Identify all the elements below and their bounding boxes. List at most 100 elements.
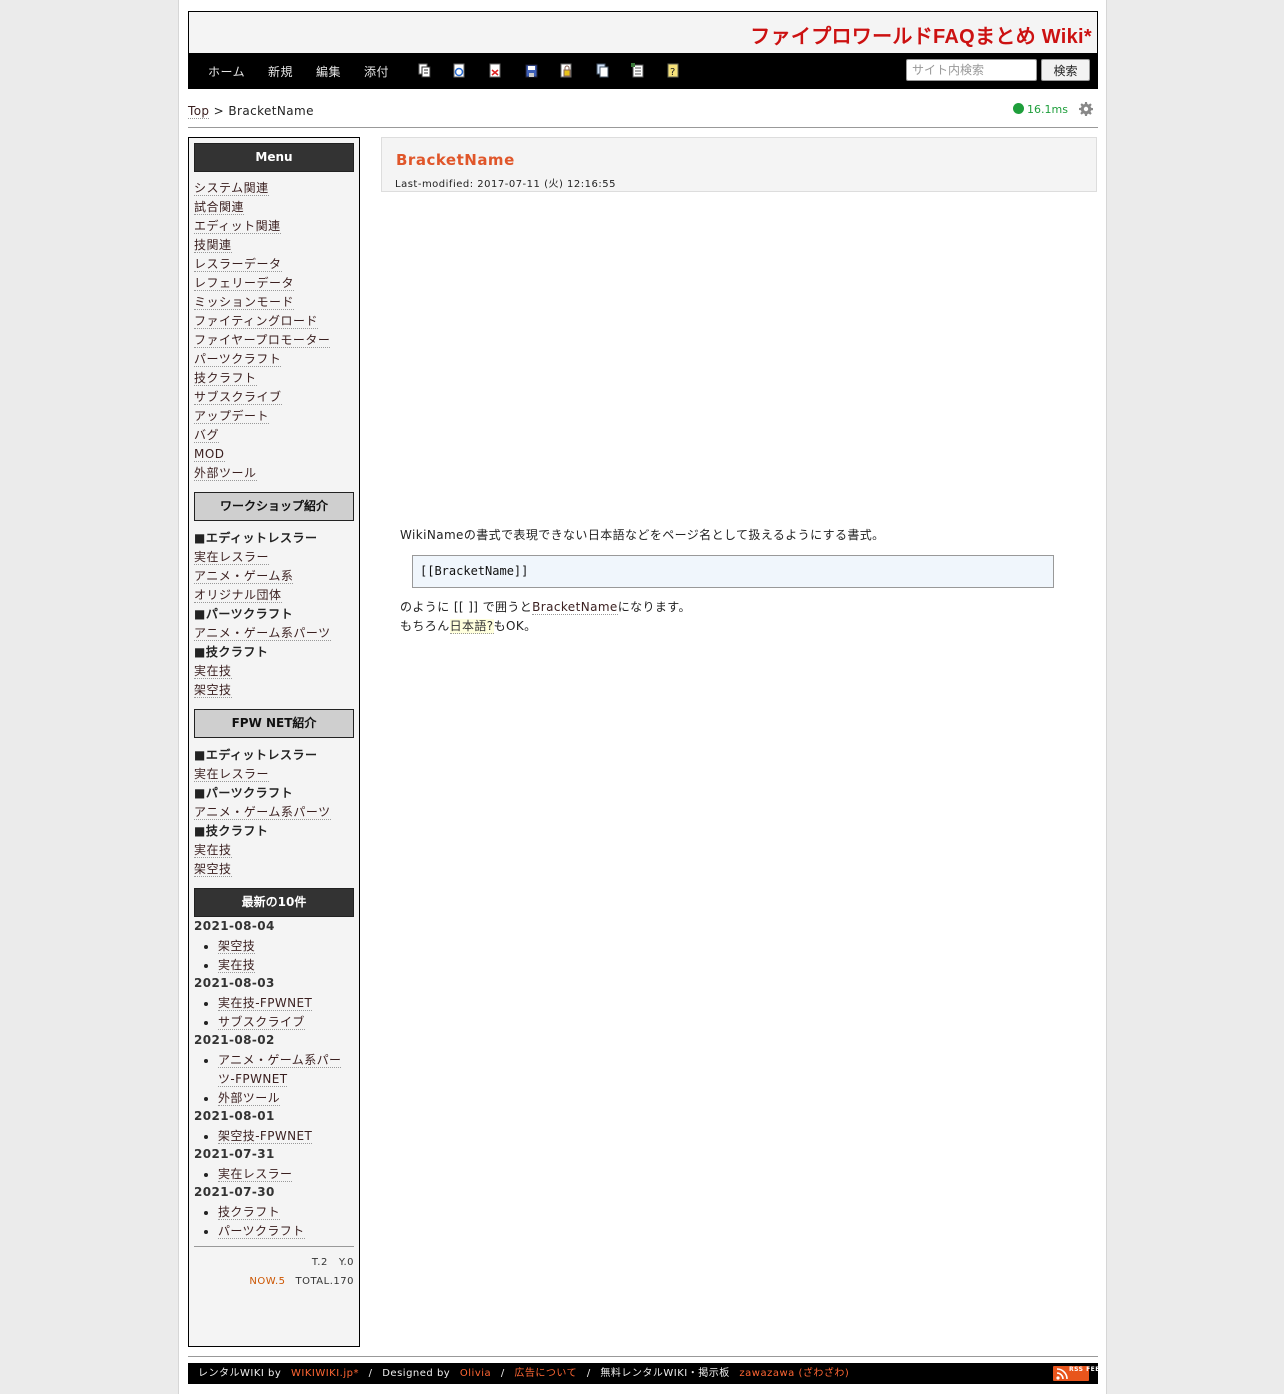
recent-date: 2021-08-02 xyxy=(194,1033,275,1047)
body-paragraph: もちろん日本語?もOK。 xyxy=(400,617,1060,636)
recent-page-link[interactable]: パーツクラフト xyxy=(218,1224,305,1239)
footer-zawazawa-link[interactable]: zawazawa (ざわざわ) xyxy=(739,1368,849,1379)
menu-link[interactable]: 技関連 xyxy=(194,238,232,253)
header: ファイプロワールドFAQまとめ Wiki* ホーム 新規 編集 添付 ? サイト… xyxy=(188,11,1098,89)
menu-item[interactable]: 実在技 xyxy=(194,842,331,861)
menu-link[interactable]: ファイヤープロモーター xyxy=(194,333,331,348)
menu-item[interactable]: サブスクライブ xyxy=(194,389,330,408)
recent-page-link[interactable]: 実在技 xyxy=(218,958,256,973)
nihongo-link[interactable]: 日本語? xyxy=(449,619,494,634)
menu-item[interactable]: 実在レスラー xyxy=(194,549,331,568)
help-icon[interactable]: ? xyxy=(667,63,680,79)
menu-link[interactable]: システム関連 xyxy=(194,181,269,196)
menu-link[interactable]: 実在技 xyxy=(194,843,232,858)
menu-link[interactable]: オリジナル団体 xyxy=(194,588,282,603)
menu-item[interactable]: 実在技 xyxy=(194,663,331,682)
menu-item[interactable]: MOD xyxy=(194,446,330,465)
menu-item[interactable]: パーツクラフト xyxy=(194,351,330,370)
nav-new[interactable]: 新規 xyxy=(268,63,293,80)
menu-item[interactable]: バグ xyxy=(194,427,330,446)
menu-link[interactable]: レフェリーデータ xyxy=(194,276,295,291)
search-button[interactable]: 検索 xyxy=(1041,59,1090,81)
menu-link[interactable]: 技クラフト xyxy=(194,371,257,386)
menu-item[interactable]: 実在レスラー xyxy=(194,766,331,785)
freeze-icon[interactable] xyxy=(560,63,573,79)
gear-icon[interactable] xyxy=(1079,102,1094,116)
rss-feed-icon[interactable]: RSS FEED xyxy=(1053,1366,1105,1381)
text: もOK。 xyxy=(493,619,537,633)
page-title[interactable]: BracketName xyxy=(396,151,515,169)
menu-item[interactable]: アップデート xyxy=(194,408,330,427)
menu-item[interactable]: ミッションモード xyxy=(194,294,330,313)
menu-item[interactable]: レフェリーデータ xyxy=(194,275,330,294)
menu-link[interactable]: アニメ・ゲーム系パーツ xyxy=(194,626,331,641)
footer-wikiwiki-link[interactable]: WIKIWIKI.jp* xyxy=(291,1368,359,1379)
recent-date: 2021-07-31 xyxy=(194,1147,275,1161)
nav-home[interactable]: ホーム xyxy=(208,63,245,80)
menu-link[interactable]: MOD xyxy=(194,447,225,462)
bracketname-link[interactable]: BracketName xyxy=(532,600,618,615)
footer-ad-link[interactable]: 広告について xyxy=(514,1368,577,1379)
recent-page-link[interactable]: 外部ツール xyxy=(218,1091,281,1106)
menu-item[interactable]: アニメ・ゲーム系パーツ xyxy=(194,625,331,644)
footer-designed: Designed by xyxy=(382,1368,451,1379)
recent-page-link[interactable]: 技クラフト xyxy=(218,1205,281,1220)
menu-link[interactable]: 試合関連 xyxy=(194,200,245,215)
menu-link[interactable]: 実在レスラー xyxy=(194,550,270,565)
recent-page-link[interactable]: 架空技-FPWNET xyxy=(218,1129,313,1144)
search-input[interactable] xyxy=(906,59,1037,81)
menu-link[interactable]: 架空技 xyxy=(194,683,232,698)
menu-item[interactable]: システム関連 xyxy=(194,180,330,199)
menu-item[interactable]: ファイヤープロモーター xyxy=(194,332,331,351)
recent-page-link[interactable]: 実在レスラー xyxy=(218,1167,293,1182)
menu-link[interactable]: 実在レスラー xyxy=(194,767,270,782)
menu-link[interactable]: 架空技 xyxy=(194,862,232,877)
recent-page-link[interactable]: サブスクライブ xyxy=(218,1015,305,1030)
menu-item[interactable]: 架空技 xyxy=(194,682,331,701)
diff-icon[interactable] xyxy=(489,63,502,79)
menu-link[interactable]: レスラーデータ xyxy=(194,257,282,272)
menu-item[interactable]: レスラーデータ xyxy=(194,256,330,275)
breadcrumb-current: BracketName xyxy=(228,104,314,118)
recent-page-link[interactable]: 架空技 xyxy=(218,939,256,954)
menu-link[interactable]: エディット関連 xyxy=(194,219,281,234)
menu-item[interactable]: 試合関連 xyxy=(194,199,330,218)
menu-link[interactable]: 実在技 xyxy=(194,664,232,679)
recent-page-link[interactable]: 実在技-FPWNET xyxy=(218,996,313,1011)
nav-attach[interactable]: 添付 xyxy=(364,63,389,80)
menu-link[interactable]: 外部ツール xyxy=(194,466,257,481)
menu-item[interactable]: アニメ・ゲーム系パーツ xyxy=(194,804,331,823)
recent-page-item: パーツクラフト xyxy=(218,1222,354,1241)
menu-item[interactable]: 架空技 xyxy=(194,861,331,880)
menu-link[interactable]: バグ xyxy=(194,428,220,443)
menu-link[interactable]: ファイティングロード xyxy=(194,314,319,329)
rename-icon[interactable] xyxy=(596,63,609,79)
menu-item[interactable]: エディット関連 xyxy=(194,218,330,237)
reload-icon[interactable] xyxy=(453,63,466,79)
recent-page-list: 技クラフトパーツクラフト xyxy=(194,1203,354,1241)
menu-link[interactable]: サブスクライブ xyxy=(194,390,282,405)
menu-item[interactable]: アニメ・ゲーム系 xyxy=(194,568,331,587)
list-icon[interactable] xyxy=(631,63,644,79)
menu-link[interactable]: アップデート xyxy=(194,409,270,424)
menu-item[interactable]: オリジナル団体 xyxy=(194,587,331,606)
menu-link[interactable]: パーツクラフト xyxy=(194,352,282,367)
recent-page-list: アニメ・ゲーム系パーツ-FPWNET 外部ツール xyxy=(194,1051,354,1108)
copy-page-icon[interactable] xyxy=(418,63,431,79)
breadcrumb-top-link[interactable]: Top xyxy=(188,104,210,119)
menu-item[interactable]: 外部ツール xyxy=(194,465,330,484)
nav-edit[interactable]: 編集 xyxy=(316,63,341,80)
menu-item[interactable]: ファイティングロード xyxy=(194,313,330,332)
menu-item[interactable]: 技関連 xyxy=(194,237,330,256)
recent-page-item: アニメ・ゲーム系パーツ-FPWNET xyxy=(218,1051,354,1089)
backup-icon[interactable] xyxy=(525,63,538,79)
recent-page-item: 実在技-FPWNET xyxy=(218,994,354,1013)
menu-item[interactable]: 技クラフト xyxy=(194,370,330,389)
recent-page-link[interactable]: アニメ・ゲーム系パーツ-FPWNET xyxy=(218,1053,342,1087)
menu-link[interactable]: アニメ・ゲーム系 xyxy=(194,569,294,584)
menu-category: ■エディットレスラー xyxy=(194,748,318,762)
footer-olivia-link[interactable]: Olivia xyxy=(460,1368,491,1379)
menu-link[interactable]: ミッションモード xyxy=(194,295,295,310)
menu-link[interactable]: アニメ・ゲーム系パーツ xyxy=(194,805,331,820)
site-title[interactable]: ファイプロワールドFAQまとめ Wiki* xyxy=(750,20,1092,49)
